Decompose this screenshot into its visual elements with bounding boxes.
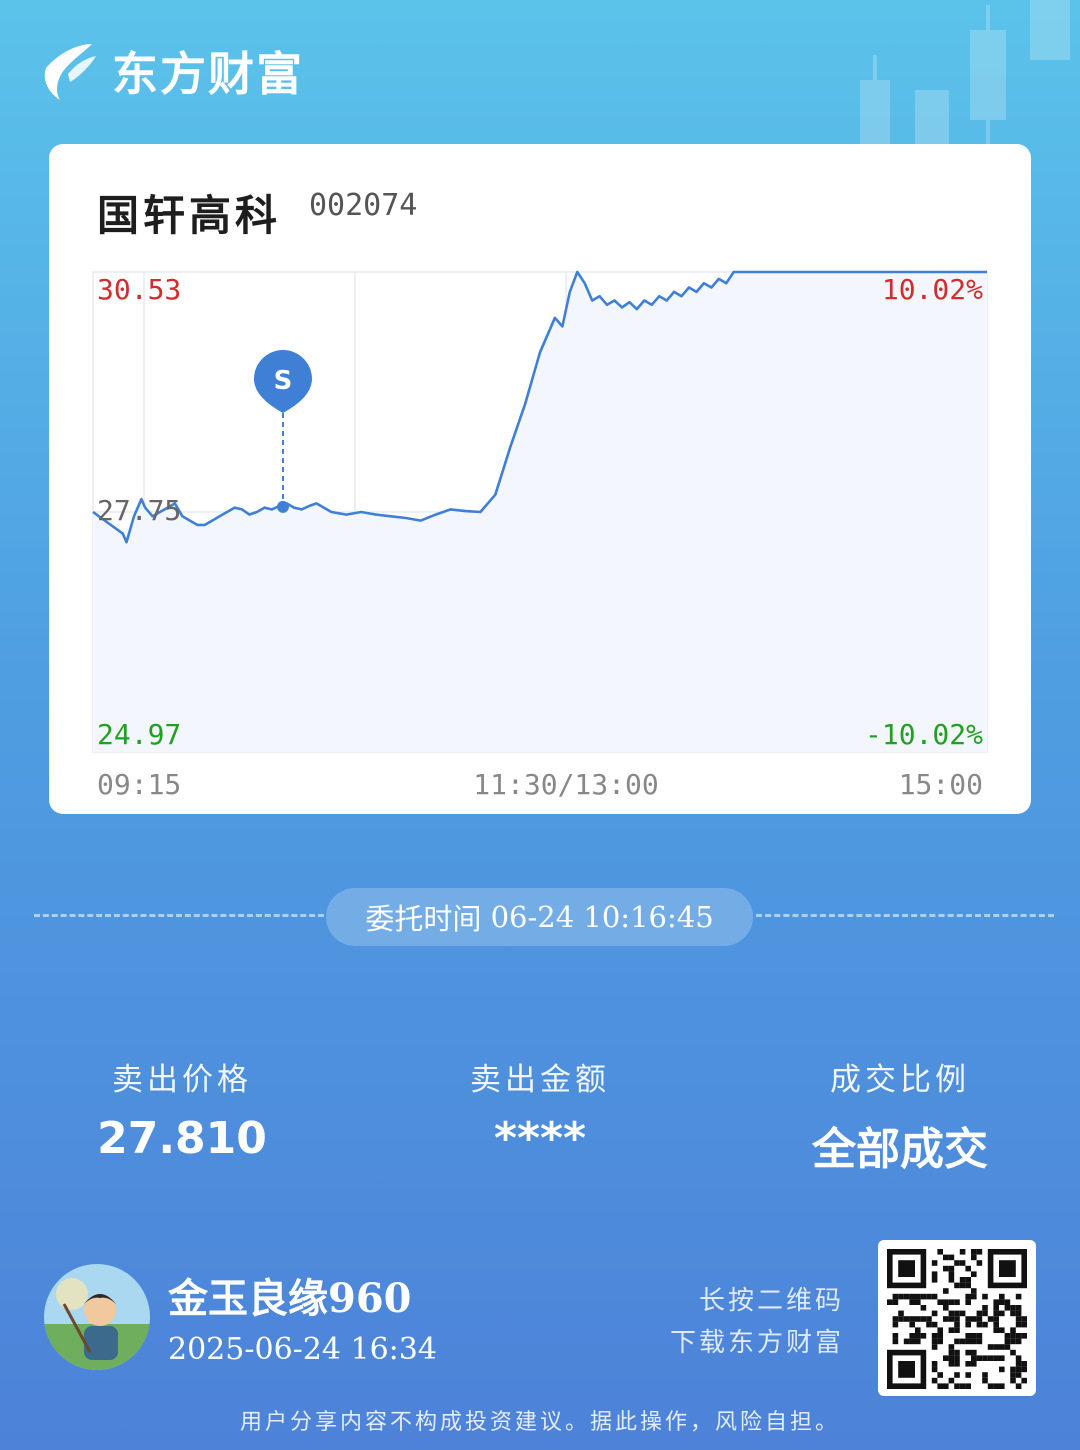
x-label-start: 09:15 — [97, 768, 181, 801]
divider-right — [756, 914, 1054, 917]
post-time: 2025-06-24 16:34 — [168, 1332, 437, 1367]
sell-marker-dot — [276, 500, 289, 513]
candlestick-decoration — [860, 0, 1070, 150]
username: 金玉良缘960 — [168, 1275, 412, 1322]
pct-label-low: -10.02% — [865, 718, 983, 751]
x-label-end: 15:00 — [899, 768, 983, 801]
stat-label: 卖出金额 — [470, 1062, 610, 1098]
stat-label: 卖出价格 — [112, 1062, 252, 1098]
y-label-low: 24.97 — [97, 718, 181, 751]
brand-header: 东方财富 — [40, 38, 304, 104]
stat-value: 全部成交 — [812, 1124, 988, 1175]
qr-hint-line2: 下载东方财富 — [669, 1328, 844, 1358]
stat-fill-ratio: 成交比例 全部成交 — [790, 1054, 1010, 1177]
order-time-pill: 委托时间 06-24 10:16:45 — [326, 888, 753, 946]
pct-label-high: 10.02% — [882, 273, 983, 306]
stat-label: 成交比例 — [830, 1062, 970, 1098]
stat-value: **** — [493, 1113, 587, 1164]
disclaimer: 用户分享内容不构成投资建议。据此操作，风险自担。 — [239, 1410, 840, 1435]
intraday-chart: 30.53 27.75 24.97 10.02% -10.02% 09:15 1… — [92, 270, 988, 801]
divider-left — [34, 914, 324, 917]
qr-code-icon[interactable] — [878, 1240, 1036, 1396]
qr-hint-line1: 长按二维码 — [698, 1286, 844, 1316]
order-time-value: 06-24 10:16:45 — [490, 900, 714, 934]
stat-sell-amount: 卖出金额 **** — [450, 1054, 630, 1164]
y-label-high: 30.53 — [97, 273, 181, 306]
sell-marker-label: S — [274, 366, 293, 396]
stock-chart-card[interactable]: 国轩高科 002074 30.53 27.75 24.97 10.02% -10… — [49, 144, 1031, 814]
order-time-label: 委托时间 — [365, 902, 482, 936]
brand-name: 东方财富 — [112, 47, 304, 101]
stat-sell-price: 卖出价格 27.810 — [92, 1054, 272, 1164]
stat-value: 27.810 — [97, 1113, 267, 1164]
avatar-icon[interactable] — [44, 1264, 150, 1370]
x-label-mid: 11:30/13:00 — [473, 768, 658, 801]
qr-hint: 长按二维码 下载东方财富 — [670, 1280, 844, 1364]
y-label-mid: 27.75 — [97, 494, 181, 527]
eastmoney-logo-icon — [44, 44, 96, 100]
